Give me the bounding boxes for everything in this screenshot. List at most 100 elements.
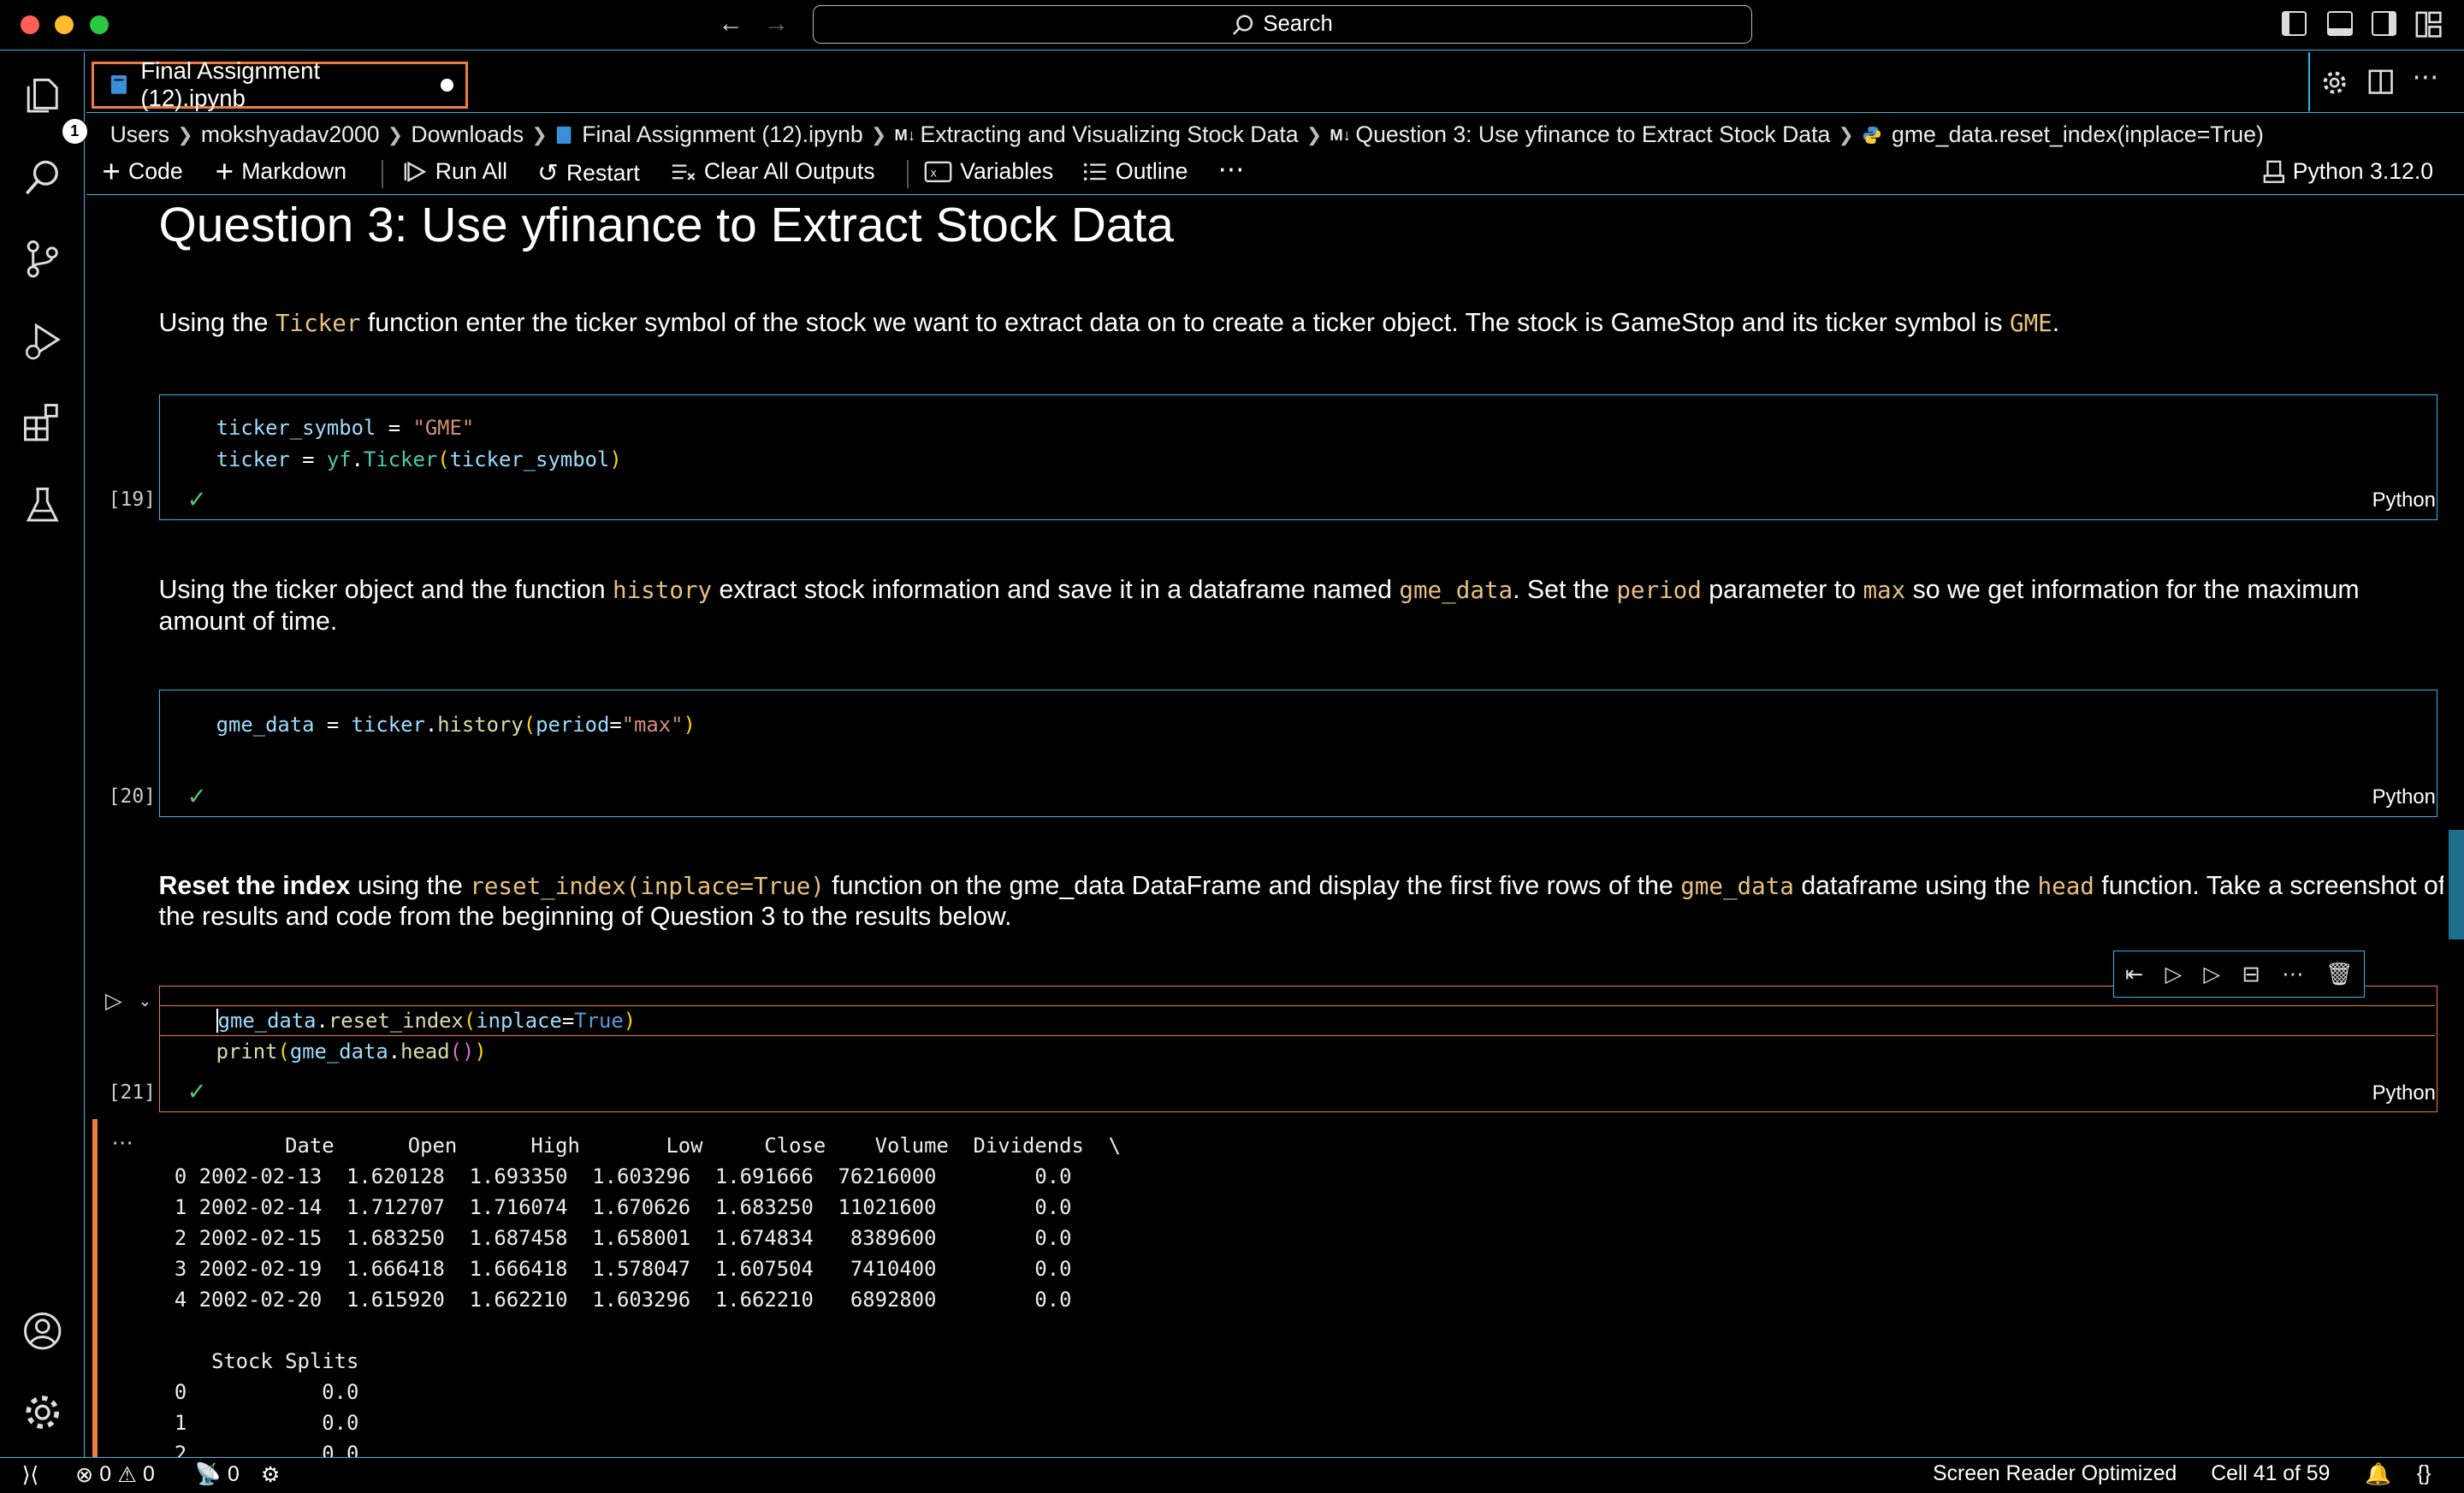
chevron-right-icon: ❯	[387, 123, 404, 145]
outline-button[interactable]: Outline	[1082, 158, 1188, 185]
remote-indicator-icon[interactable]: ⟩⟨	[22, 1462, 38, 1488]
kernel-picker[interactable]: Python 3.12.0	[2263, 158, 2433, 185]
cell-language[interactable]: Python	[2372, 785, 2436, 809]
output-actions-icon[interactable]: ⋯	[111, 1130, 133, 1156]
search-view-icon[interactable]	[21, 156, 64, 199]
run-cell-icon[interactable]: ▷	[105, 988, 122, 1014]
inline-code: gme_data	[1680, 872, 1794, 900]
breadcrumb-question[interactable]: Question 3: Use yfinance to Extract Stoc…	[1355, 121, 1830, 148]
output-line: 4 2002-02-20 1.615920 1.662210 1.603296 …	[174, 1287, 1072, 1312]
paragraph-text: parameter to	[1701, 576, 1863, 605]
python-icon	[1863, 126, 1881, 145]
error-count: 0	[99, 1463, 112, 1487]
clear-all-outputs-label: Clear All Outputs	[703, 158, 875, 185]
copilot-braces-icon[interactable]: {}	[2417, 1462, 2431, 1486]
split-cell-icon[interactable]: ⊟	[2242, 962, 2260, 987]
close-window-button[interactable]	[20, 15, 39, 35]
code-editor[interactable]: gme_data.reset_index(inplace=True) print…	[216, 1005, 636, 1068]
testing-icon[interactable]	[21, 483, 64, 526]
unsaved-dot-icon[interactable]	[441, 78, 453, 92]
run-all-button[interactable]: Run All	[404, 158, 507, 185]
screen-reader-mode[interactable]: Screen Reader Optimized	[1933, 1462, 2177, 1486]
breadcrumb-file[interactable]: Final Assignment (12).ipynb	[582, 121, 863, 148]
paragraph-text: . Set the	[1513, 576, 1617, 605]
paragraph-text: extract stock information and save it in…	[712, 576, 1400, 605]
debug-icon[interactable]: ⚙	[261, 1462, 280, 1488]
toggle-panel-icon[interactable]	[2327, 10, 2353, 37]
problems-indicator[interactable]: ⊗ 0 ⚠ 0	[75, 1462, 155, 1488]
cell-language[interactable]: Python	[2372, 1081, 2436, 1105]
explorer-icon[interactable]: 1	[21, 74, 88, 145]
maximize-window-button[interactable]	[89, 15, 109, 35]
cell-language[interactable]: Python	[2372, 489, 2436, 512]
chevron-right-icon: ❯	[531, 123, 548, 145]
extensions-icon[interactable]	[21, 400, 64, 444]
manage-gear-icon[interactable]	[21, 1390, 64, 1434]
clear-all-outputs-button[interactable]: Clear All Outputs	[671, 158, 875, 185]
accounts-icon[interactable]	[21, 1309, 64, 1353]
markdown-paragraph-2: Using the ticker object and the function…	[159, 575, 2444, 637]
output-line: 3 2002-02-19 1.666418 1.666418 1.578047 …	[174, 1256, 1072, 1281]
broadcast-icon: 📡	[194, 1463, 222, 1487]
warning-icon: ⚠	[117, 1464, 137, 1488]
run-and-debug-icon[interactable]	[21, 319, 64, 363]
breadcrumb-symbol[interactable]: gme_data.reset_index(inplace=True)	[1892, 121, 2264, 148]
split-editor-icon[interactable]	[2368, 69, 2393, 101]
customize-layout-icon[interactable]	[2415, 11, 2442, 44]
scrollbar-thumb[interactable]	[2448, 829, 2464, 940]
paragraph-text: function on the gme_data DataFrame and d…	[824, 871, 1681, 900]
ports-indicator[interactable]: 📡 0	[195, 1462, 240, 1487]
success-check-icon: ✓	[187, 485, 207, 512]
execute-cell-and-below-icon[interactable]: ▷	[2204, 962, 2221, 987]
toggle-primary-sidebar-icon[interactable]	[2281, 10, 2307, 37]
breadcrumb-users[interactable]: Users	[110, 121, 170, 148]
outline-icon	[1084, 163, 1107, 181]
code-editor[interactable]: ticker_symbol = "GME" ticker = yf.Ticker…	[216, 412, 622, 475]
code-editor[interactable]: gme_data = ticker.history(period="max")	[216, 709, 696, 741]
command-center-search[interactable]: Search	[812, 4, 1752, 44]
add-code-cell-button[interactable]: + Code	[102, 154, 182, 190]
restart-button[interactable]: ↺ Restart	[537, 158, 640, 188]
add-markdown-cell-button[interactable]: + Markdown	[216, 156, 346, 187]
paragraph-text: .	[2052, 308, 2060, 337]
back-arrow-icon[interactable]: ←	[718, 9, 743, 39]
execute-cell-and-above-icon[interactable]: ▷	[2165, 962, 2183, 987]
run-all-icon	[404, 161, 427, 183]
cell-position[interactable]: Cell 41 of 59	[2211, 1462, 2330, 1486]
success-check-icon: ✓	[187, 1077, 207, 1105]
execute-above-cells-icon[interactable]: ⇤	[2125, 962, 2144, 987]
more-cell-actions-icon[interactable]: ⋯	[2282, 962, 2304, 987]
minimize-window-button[interactable]	[55, 15, 74, 35]
tab-final-assignment[interactable]: Final Assignment (12).ipynb	[91, 57, 469, 111]
more-actions-icon[interactable]: ⋯	[2412, 62, 2438, 92]
plus-icon: +	[102, 154, 121, 190]
markdown-icon: M↓	[894, 125, 916, 144]
notebook-toolbar: + Code + Markdown Run All ↺ Restart Clea…	[86, 154, 2464, 195]
variables-button[interactable]: x Variables	[924, 158, 1053, 185]
bold-text: Reset the index	[158, 871, 351, 900]
toolbar-more-button[interactable]: ⋯	[1217, 154, 1244, 185]
output-line: 1 0.0	[174, 1410, 359, 1435]
warning-count: 0	[142, 1463, 155, 1487]
notifications-bell-icon[interactable]: 🔔	[2365, 1462, 2391, 1487]
code-cell-21[interactable]: gme_data.reset_index(inplace=True) print…	[158, 985, 2437, 1113]
markdown-paragraph-1: Using the Ticker function enter the tick…	[159, 308, 2444, 340]
paragraph-text: Using the	[158, 308, 275, 337]
delete-cell-icon[interactable]: 🗑	[2325, 962, 2354, 987]
toggle-secondary-sidebar-icon[interactable]	[2371, 10, 2396, 37]
run-options-chevron-icon[interactable]: ⌄	[139, 992, 151, 1010]
success-check-icon: ✓	[187, 782, 207, 809]
settings-gear-icon[interactable]	[2321, 69, 2348, 103]
breadcrumb-user[interactable]: mokshyadav2000	[201, 121, 380, 148]
ports-count: 0	[227, 1462, 240, 1486]
breadcrumb-section[interactable]: Extracting and Visualizing Stock Data	[921, 121, 1299, 148]
inline-code: GME	[2009, 309, 2052, 337]
code-cell-20[interactable]: gme_data = ticker.history(period="max")	[158, 690, 2437, 818]
forward-arrow-icon[interactable]: →	[764, 9, 789, 39]
inline-code: history	[613, 577, 713, 605]
execution-count: [21]	[108, 1081, 156, 1104]
breadcrumb-downloads[interactable]: Downloads	[411, 121, 524, 148]
code-cell-19[interactable]: ticker_symbol = "GME" ticker = yf.Ticker…	[158, 394, 2437, 520]
source-control-icon[interactable]	[21, 237, 64, 281]
